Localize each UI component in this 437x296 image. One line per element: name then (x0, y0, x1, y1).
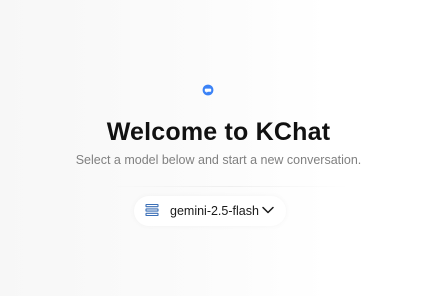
model-list-icon (145, 203, 159, 217)
welcome-title: Welcome to KChat (106, 118, 331, 146)
chevron-down-icon[interactable] (262, 205, 274, 215)
chat-bubble-icon (202, 84, 214, 96)
model-selector-button[interactable]: gemini-2.5-flash (134, 196, 286, 226)
selected-model-label: gemini-2.5-flash (170, 204, 259, 218)
welcome-screen: Welcome to KChat Select a model below an… (0, 0, 437, 296)
divider (110, 186, 350, 187)
welcome-subtitle: Select a model below and start a new con… (75, 153, 362, 167)
